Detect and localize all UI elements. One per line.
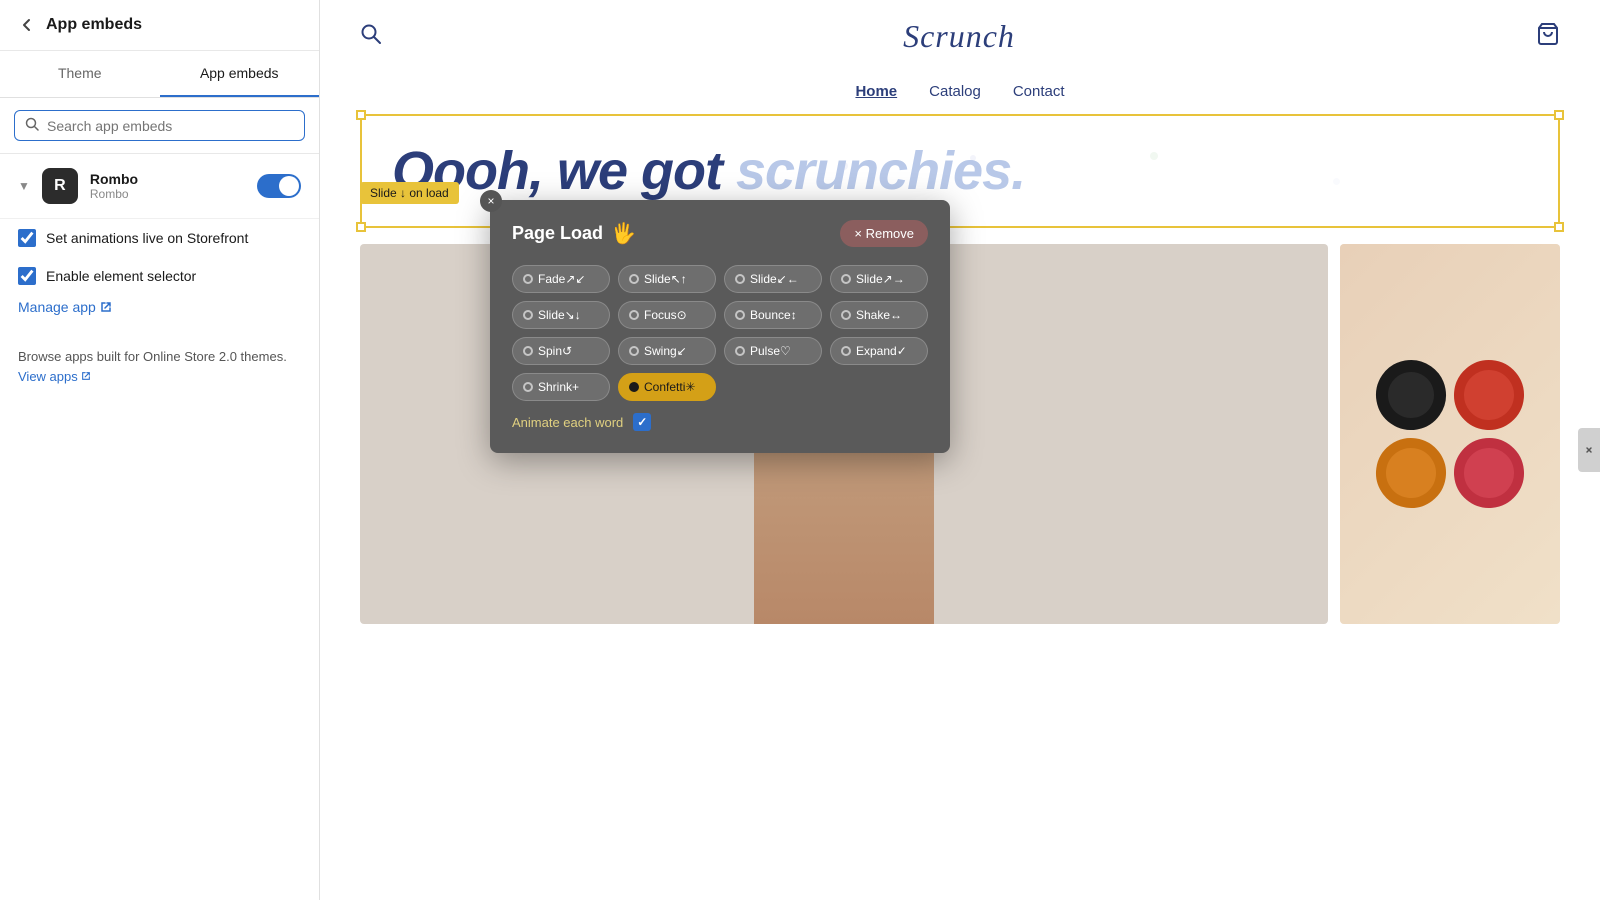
popup-close-button[interactable]: ×	[480, 190, 502, 212]
hero-text: Oooh, we got scrunchies.	[392, 140, 1528, 202]
embed-sub: Rombo	[90, 187, 245, 201]
external-link-icon	[100, 301, 112, 313]
scrunchie-4	[1451, 435, 1527, 511]
embed-info: Rombo Rombo	[90, 171, 245, 201]
view-apps-link[interactable]: View apps	[18, 369, 78, 384]
anim-option-slide-left[interactable]: Slide↙←	[724, 265, 822, 293]
anim-option-slide-down[interactable]: Slide↘↓	[512, 301, 610, 329]
main-preview: Scrunch Home Catalog Contact Oooh, we	[320, 0, 1600, 900]
nav-logo: Scrunch	[903, 18, 1015, 55]
search-wrap	[0, 98, 319, 154]
nav-link-contact[interactable]: Contact	[1013, 83, 1065, 100]
enable-selector-label: Enable element selector	[46, 268, 196, 284]
slide-badge: Slide ↓ on load	[360, 182, 459, 204]
anim-option-pulse[interactable]: Pulse♡	[724, 337, 822, 365]
scrunchie-3	[1371, 434, 1450, 513]
animate-each-word-checkbox[interactable]	[633, 413, 651, 431]
animation-options-grid: Fade↗↙ Slide↖↑ Slide↙← Slide↗→ Slid	[512, 265, 928, 401]
set-animations-checkbox[interactable]	[18, 229, 36, 247]
scrunchies-bg	[1340, 244, 1560, 624]
embed-name: Rombo	[90, 171, 245, 187]
nav-link-catalog[interactable]: Catalog	[929, 83, 981, 100]
radio-slide-right	[841, 274, 851, 284]
storefront-nav: Scrunch	[320, 0, 1600, 73]
scrunchies-grid	[1356, 340, 1544, 528]
sidebar-header: App embeds	[0, 0, 319, 51]
nav-cart-icon[interactable]	[1536, 22, 1560, 52]
scrunchie-1	[1370, 355, 1451, 436]
radio-expand	[841, 346, 851, 356]
nav-link-home[interactable]: Home	[855, 83, 897, 100]
manage-app-link[interactable]: Manage app	[18, 299, 96, 315]
anim-option-expand[interactable]: Expand✓	[830, 337, 928, 365]
anim-option-slide-up[interactable]: Slide↖↑	[618, 265, 716, 293]
anim-option-swing[interactable]: Swing↙	[618, 337, 716, 365]
embed-item-rombo: ▼ R Rombo Rombo	[0, 154, 319, 219]
animation-popup: × Page Load 🖐️ × Remove Fade↗↙ Slide↖↑	[490, 200, 950, 453]
scrunchie-2	[1451, 357, 1527, 433]
popup-title: Page Load 🖐️	[512, 221, 636, 246]
nav-search-icon[interactable]	[360, 23, 382, 51]
hero-word-3: got	[641, 141, 736, 201]
checkbox-row-2: Enable element selector	[0, 257, 319, 295]
radio-confetti	[629, 382, 639, 392]
radio-swing	[629, 346, 639, 356]
search-container	[14, 110, 305, 141]
search-input[interactable]	[47, 118, 294, 134]
radio-slide-left	[735, 274, 745, 284]
collapse-button[interactable]	[1578, 428, 1600, 472]
radio-focus	[629, 310, 639, 320]
anim-option-bounce[interactable]: Bounce↕	[724, 301, 822, 329]
set-animations-label: Set animations live on Storefront	[46, 230, 248, 246]
anim-option-confetti[interactable]: Confetti✳	[618, 373, 716, 401]
anim-option-shrink[interactable]: Shrink+	[512, 373, 610, 401]
tab-app-embeds[interactable]: App embeds	[160, 51, 320, 97]
manage-link-wrap: Manage app	[0, 295, 319, 331]
content-right	[1340, 244, 1560, 624]
radio-fade	[523, 274, 533, 284]
radio-pulse	[735, 346, 745, 356]
radio-slide-down	[523, 310, 533, 320]
preview-frame: Scrunch Home Catalog Contact Oooh, we	[320, 0, 1600, 900]
browse-text: Browse apps built for Online Store 2.0 t…	[0, 331, 319, 402]
hero-word-4: scrunchies.	[736, 141, 1025, 201]
remove-button[interactable]: × Remove	[840, 220, 928, 247]
radio-shake	[841, 310, 851, 320]
popup-emoji: 🖐️	[611, 221, 636, 246]
embed-icon-rombo: R	[42, 168, 78, 204]
corner-tl	[356, 110, 366, 120]
anim-option-spin[interactable]: Spin↺	[512, 337, 610, 365]
checkbox-row-1: Set animations live on Storefront	[0, 219, 319, 257]
embed-toggle[interactable]	[257, 174, 301, 198]
corner-br	[1554, 222, 1564, 232]
anim-option-shake[interactable]: Shake↔	[830, 301, 928, 329]
view-apps-external-icon	[81, 371, 91, 381]
corner-tr	[1554, 110, 1564, 120]
sidebar-tabs: Theme App embeds	[0, 51, 319, 98]
sidebar: App embeds Theme App embeds ▼ R Rombo Ro…	[0, 0, 320, 900]
hero-word-2: we	[557, 141, 641, 201]
tab-theme[interactable]: Theme	[0, 51, 160, 97]
sidebar-title: App embeds	[46, 16, 142, 34]
animate-each-word-label: Animate each word	[512, 415, 623, 430]
embed-chevron-icon: ▼	[18, 179, 30, 193]
anim-option-focus[interactable]: Focus⊙	[618, 301, 716, 329]
search-icon	[25, 117, 39, 134]
radio-spin	[523, 346, 533, 356]
radio-bounce	[735, 310, 745, 320]
radio-shrink	[523, 382, 533, 392]
radio-slide-up	[629, 274, 639, 284]
enable-selector-checkbox[interactable]	[18, 267, 36, 285]
anim-option-slide-right[interactable]: Slide↗→	[830, 265, 928, 293]
back-button[interactable]	[18, 16, 36, 34]
popup-header: Page Load 🖐️ × Remove	[512, 220, 928, 247]
anim-option-fade[interactable]: Fade↗↙	[512, 265, 610, 293]
animate-each-word-row: Animate each word	[512, 413, 928, 431]
corner-bl	[356, 222, 366, 232]
nav-links: Home Catalog Contact	[320, 73, 1600, 114]
